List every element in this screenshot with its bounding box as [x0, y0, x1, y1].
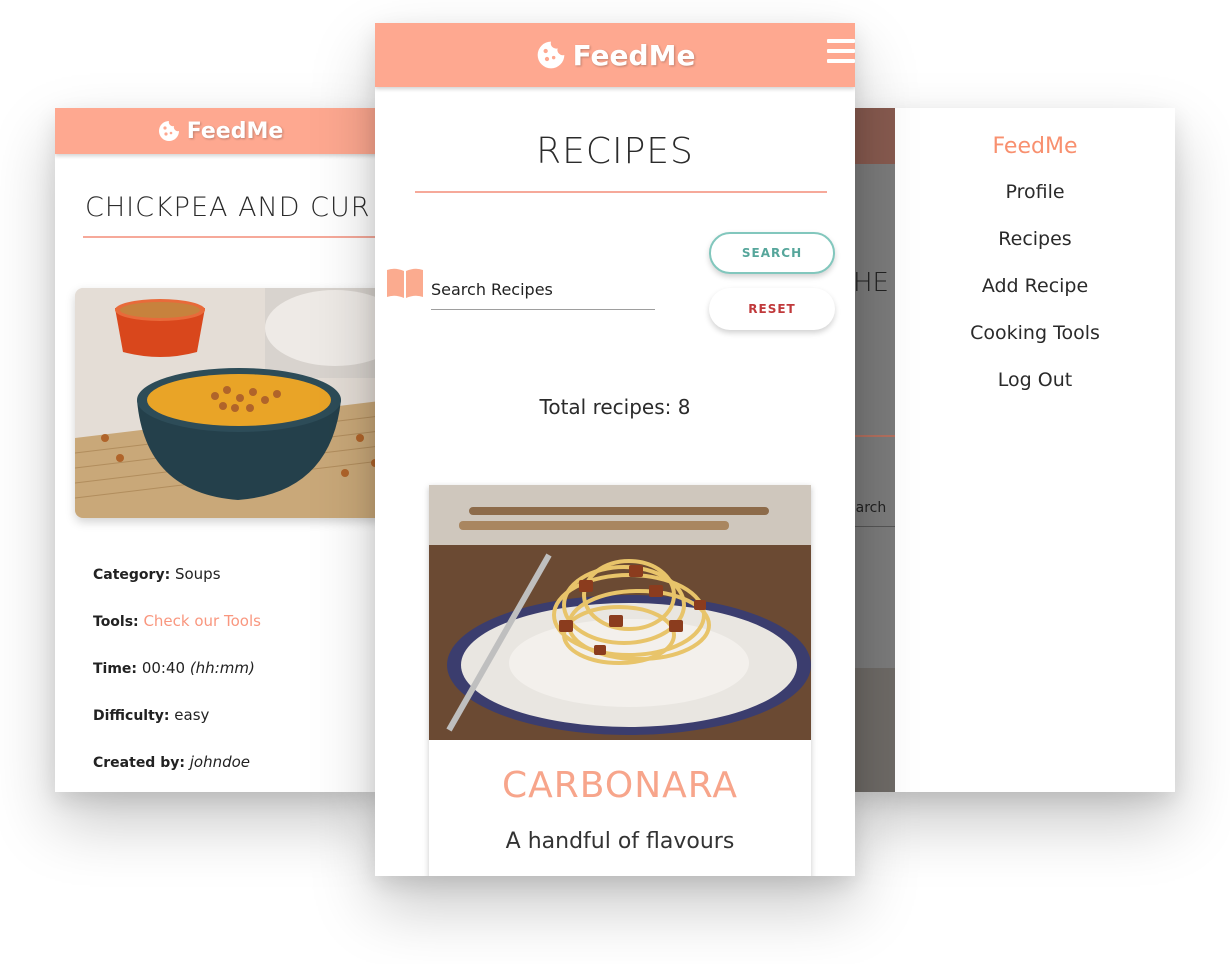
detail-label: Time:	[93, 661, 138, 677]
menu-items: Profile Recipes Add Recipe Cooking Tools…	[895, 169, 1175, 404]
detail-difficulty: Difficulty: easy	[93, 701, 261, 748]
recipe-card-subtitle: A handful of flavours	[505, 829, 735, 854]
carbonara-illustration	[429, 485, 811, 740]
top-navbar: FeedMe	[375, 23, 855, 87]
detail-author: Created by: johndoe	[93, 748, 261, 792]
brand-name: FeedMe	[186, 118, 284, 144]
detail-label: Created by:	[93, 755, 185, 771]
recipe-list-screen: FeedMe RECIPES SEARCH RESET Total recipe…	[375, 23, 855, 876]
detail-label: Tools:	[93, 614, 139, 630]
brand-logo[interactable]: FeedMe	[535, 38, 696, 72]
recipe-detail-screen: FeedMe CHICKPEA AND CUR Category: Soups …	[55, 108, 385, 792]
detail-value: johndoe	[189, 753, 251, 771]
hamburger-menu-icon[interactable]	[827, 39, 855, 67]
soup-illustration	[75, 288, 385, 518]
reset-button[interactable]: RESET	[709, 288, 835, 330]
menu-item-log-out[interactable]: Log Out	[895, 357, 1175, 404]
recipe-card-title[interactable]: CARBONARA	[429, 765, 811, 806]
open-book-icon	[387, 268, 423, 298]
time-format-note: (hh:mm)	[189, 659, 255, 677]
total-recipes-count: Total recipes: 8	[539, 395, 691, 419]
top-navbar: FeedMe	[55, 108, 385, 154]
detail-time: Time: 00:40 (hh:mm)	[93, 654, 261, 701]
page-title: RECIPES	[536, 131, 694, 172]
menu-item-add-recipe[interactable]: Add Recipe	[895, 263, 1175, 310]
check-tools-link[interactable]: Check our Tools	[143, 612, 260, 630]
brand-name: FeedMe	[572, 38, 696, 72]
recipe-card-image[interactable]	[429, 485, 811, 740]
dimmed-heading: HE	[853, 268, 889, 298]
cookie-icon	[158, 121, 179, 141]
title-divider	[415, 191, 827, 193]
detail-value: easy	[174, 706, 210, 724]
brand-logo[interactable]: FeedMe	[157, 118, 284, 144]
recipe-title: CHICKPEA AND CUR	[85, 192, 371, 223]
recipe-card[interactable]: CARBONARA A handful of flavours	[429, 485, 811, 876]
recipe-photo	[75, 288, 385, 518]
cookie-icon	[537, 41, 564, 69]
menu-item-recipes[interactable]: Recipes	[895, 216, 1175, 263]
search-input[interactable]	[431, 269, 655, 310]
side-menu: FeedMe Profile Recipes Add Recipe Cookin…	[895, 108, 1175, 792]
detail-value: Soups	[174, 565, 221, 583]
side-menu-screen: HE earch FeedMe Profile Recipes Add Reci…	[845, 108, 1175, 792]
search-button[interactable]: SEARCH	[709, 232, 835, 274]
menu-item-profile[interactable]: Profile	[895, 169, 1175, 216]
detail-label: Difficulty:	[93, 708, 170, 724]
recipe-details: Category: Soups Tools: Check our Tools T…	[93, 560, 261, 792]
detail-label: Category:	[93, 567, 171, 583]
detail-value: 00:40	[141, 659, 186, 677]
detail-tools: Tools: Check our Tools	[93, 607, 261, 654]
menu-item-cooking-tools[interactable]: Cooking Tools	[895, 310, 1175, 357]
detail-category: Category: Soups	[93, 560, 261, 607]
title-divider	[83, 236, 385, 238]
menu-brand[interactable]: FeedMe	[895, 134, 1175, 159]
